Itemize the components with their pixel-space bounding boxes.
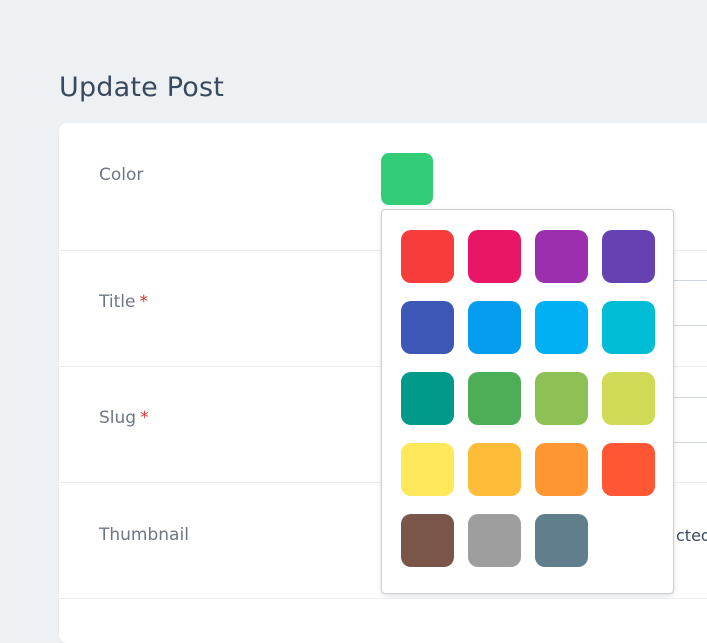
- color-swatch[interactable]: [602, 372, 655, 425]
- color-swatch[interactable]: [602, 443, 655, 496]
- color-swatch[interactable]: [468, 372, 521, 425]
- color-swatch[interactable]: [401, 372, 454, 425]
- color-swatch[interactable]: [401, 443, 454, 496]
- color-swatch[interactable]: [401, 230, 454, 283]
- color-swatch[interactable]: [535, 443, 588, 496]
- color-swatch[interactable]: [468, 443, 521, 496]
- color-label: Color: [99, 165, 144, 185]
- color-swatch[interactable]: [602, 301, 655, 354]
- color-swatch[interactable]: [535, 230, 588, 283]
- color-swatch[interactable]: [535, 514, 588, 567]
- color-swatch[interactable]: [468, 301, 521, 354]
- color-swatch[interactable]: [401, 301, 454, 354]
- color-swatch[interactable]: [535, 301, 588, 354]
- title-label-text: Title: [99, 292, 136, 312]
- required-marker: *: [139, 292, 148, 312]
- color-swatch[interactable]: [535, 372, 588, 425]
- selected-color-swatch[interactable]: [381, 153, 433, 205]
- slug-label: Slug *: [99, 408, 149, 428]
- slug-label-text: Slug: [99, 408, 137, 428]
- title-label: Title *: [99, 292, 148, 312]
- thumbnail-status-text: cted: [676, 526, 707, 545]
- color-swatch[interactable]: [602, 230, 655, 283]
- color-swatch[interactable]: [468, 230, 521, 283]
- page-title: Update Post: [59, 72, 225, 103]
- color-swatch[interactable]: [468, 514, 521, 567]
- thumbnail-label: Thumbnail: [99, 525, 189, 545]
- color-swatch-grid: [401, 230, 655, 567]
- required-marker: *: [140, 408, 149, 428]
- color-picker-popover: [381, 209, 674, 594]
- color-swatch[interactable]: [401, 514, 454, 567]
